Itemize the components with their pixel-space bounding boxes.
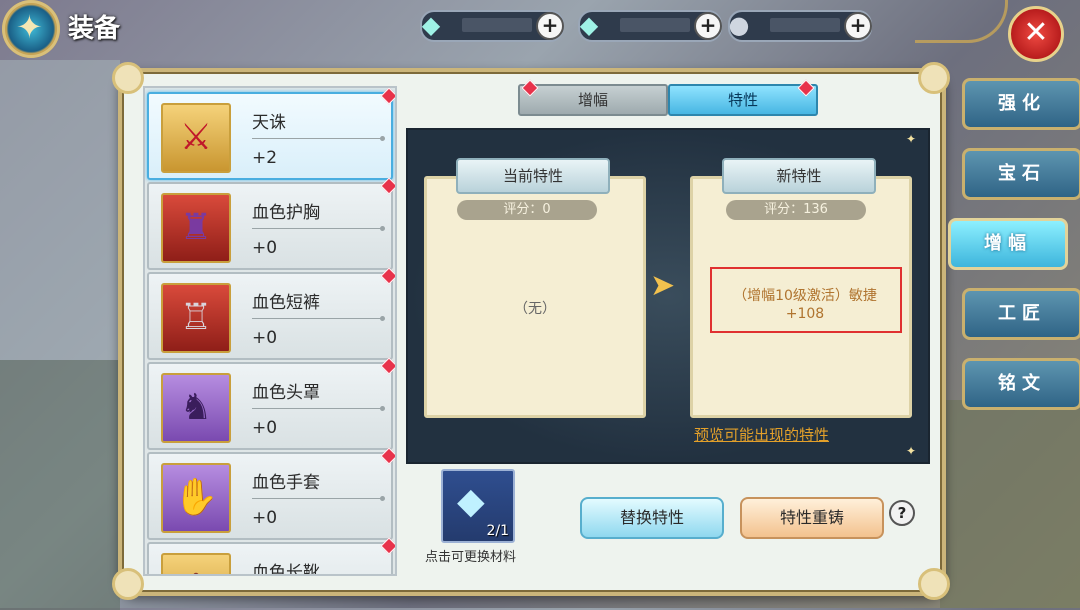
- current-trait-score: 评分：0: [457, 200, 597, 220]
- reforge-trait-button[interactable]: 特性重铸: [740, 497, 884, 539]
- equipment-name: 天诛: [252, 113, 286, 133]
- side-tab-amplify[interactable]: 增幅: [948, 218, 1068, 270]
- background-block: [0, 360, 120, 610]
- resource-crystal: ◆ +: [420, 10, 564, 42]
- resource-coin: ● +: [728, 10, 872, 42]
- hood-icon: ♞: [179, 387, 213, 428]
- arrow-right-icon: ➤: [650, 268, 676, 303]
- panel-corner-ornament: [112, 568, 144, 600]
- equipment-level: +0: [252, 328, 278, 348]
- tab-traits[interactable]: 特性: [668, 79, 818, 116]
- material-slot[interactable]: ◆ 2/1: [441, 469, 515, 543]
- sword-icon: ⚔: [179, 117, 213, 158]
- resource-value: [770, 18, 840, 32]
- tab-amplify[interactable]: 增幅: [518, 79, 668, 116]
- resource-value: [620, 18, 690, 32]
- side-tab-inscription[interactable]: 铭文: [962, 358, 1080, 410]
- crystal-lock-icon: ◆: [579, 11, 599, 39]
- material-hint: 点击可更换材料: [425, 550, 517, 565]
- side-tab-craftsman[interactable]: 工匠: [962, 288, 1080, 340]
- equipment-thumb: ✋: [161, 463, 231, 533]
- equipment-level: +0: [252, 238, 278, 258]
- equipment-level: +2: [252, 148, 278, 168]
- resource-value: [462, 18, 532, 32]
- notification-dot-icon: [380, 88, 395, 105]
- current-trait-title: 当前特性: [456, 158, 610, 194]
- notification-dot-icon: [380, 267, 395, 285]
- equipment-item[interactable]: ✋ 血色手套 +0: [147, 447, 395, 540]
- tab-label: 增幅: [577, 91, 608, 109]
- equipment-item[interactable]: ♞ 血色头罩 +0: [147, 357, 395, 450]
- divider: [252, 136, 385, 141]
- panel-corner-ornament: [918, 62, 950, 94]
- new-trait-title: 新特性: [722, 158, 876, 194]
- equipment-level: +0: [252, 508, 278, 528]
- notification-dot-icon: [380, 177, 395, 195]
- help-icon[interactable]: ?: [889, 500, 915, 526]
- resource-crystal-lock: ◆ +: [578, 10, 722, 42]
- equipment-item[interactable]: ⚔ 天诛 +2: [147, 88, 395, 180]
- panel-corner-ornament: [918, 568, 950, 600]
- equipment-item[interactable]: ♖ 血色短裤 +0: [147, 267, 395, 360]
- side-tab-enhance[interactable]: 强化: [962, 78, 1080, 130]
- add-crystal-button[interactable]: +: [536, 12, 564, 40]
- divider: [252, 406, 385, 411]
- close-button[interactable]: ✕: [1008, 6, 1064, 62]
- preview-traits-link[interactable]: 预览可能出现的特性: [694, 424, 829, 445]
- glove-icon: ✋: [173, 477, 219, 518]
- add-crystal-lock-button[interactable]: +: [694, 12, 722, 40]
- equipment-list[interactable]: ⚔ 天诛 +2 ♜ 血色护胸 +0 ♖ 血色短裤 +0 ♞ 血色头罩 +0 ✋: [143, 86, 397, 576]
- background-block: [940, 400, 1080, 608]
- notification-dot-icon: [380, 357, 395, 375]
- coin-icon: ●: [728, 11, 750, 39]
- sparkle-icon: ✦: [906, 132, 917, 146]
- equipment-thumb: ⚔: [161, 103, 231, 173]
- material-stone-icon: ◆: [457, 481, 485, 522]
- material-count: 2/1: [486, 523, 509, 539]
- divider: [252, 226, 385, 231]
- equipment-item[interactable]: ♜ 血色护胸 +0: [147, 177, 395, 270]
- equipment-item[interactable]: ♟ 血色长靴: [147, 537, 395, 576]
- notification-dot-icon: [380, 537, 395, 555]
- equipment-name: 血色短裤: [252, 293, 320, 313]
- background-block: [0, 60, 120, 360]
- divider: [252, 316, 385, 321]
- replace-trait-button[interactable]: 替换特性: [580, 497, 724, 539]
- equipment-thumb: ♜: [161, 193, 231, 263]
- close-icon: ✕: [1023, 15, 1049, 50]
- equipment-thumb: ♞: [161, 373, 231, 443]
- equipment-emblem-icon: [2, 0, 60, 58]
- boots-icon: ♟: [163, 555, 229, 574]
- armor-icon: ♜: [179, 207, 213, 248]
- tab-label: 特性: [727, 91, 758, 109]
- current-trait-content: （无）: [514, 301, 556, 317]
- equipment-level: +0: [252, 418, 278, 438]
- add-coin-button[interactable]: +: [844, 12, 872, 40]
- page-title: 装备: [68, 14, 121, 44]
- equipment-name: 血色手套: [252, 473, 320, 493]
- pants-icon: ♖: [179, 297, 213, 338]
- new-trait-score: 评分：136: [726, 200, 866, 220]
- new-trait-content: （增幅10级激活）敏捷 +108: [733, 288, 877, 322]
- side-tab-gems[interactable]: 宝石: [962, 148, 1080, 200]
- divider: [252, 496, 385, 501]
- equipment-name: 血色护胸: [252, 203, 320, 223]
- equipment-name: 血色长靴: [252, 563, 320, 576]
- equipment-thumb: ♟: [161, 553, 231, 574]
- notification-dot-icon: [380, 447, 395, 465]
- crystal-icon: ◆: [421, 11, 441, 39]
- panel-corner-ornament: [112, 62, 144, 94]
- sparkle-icon: ✦: [906, 444, 917, 458]
- equipment-name: 血色头罩: [252, 383, 320, 403]
- equipment-thumb: ♖: [161, 283, 231, 353]
